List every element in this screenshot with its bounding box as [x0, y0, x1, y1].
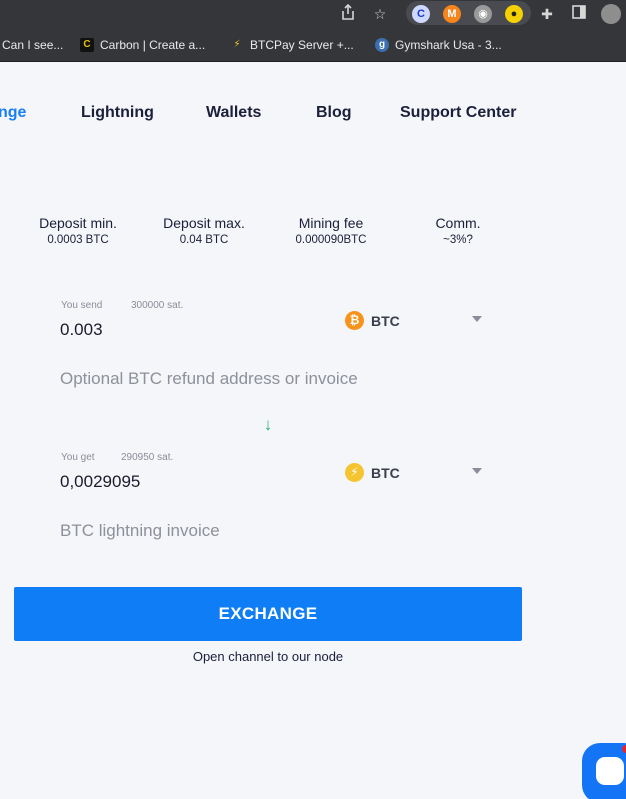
browser-toolbar: ☆ C M ◉ ● ✚	[0, 0, 626, 28]
bee-icon[interactable]: ●	[505, 5, 523, 23]
share-icon[interactable]	[338, 3, 358, 24]
chat-icon	[596, 757, 624, 785]
profile-avatar[interactable]	[601, 4, 621, 24]
camera-icon[interactable]: ◉	[474, 5, 492, 23]
lightning-invoice-input[interactable]	[60, 518, 490, 544]
receive-amount: 0,0029095	[60, 472, 141, 491]
notification-badge	[622, 745, 626, 753]
bookmark-label: Gymshark Usa - 3...	[395, 38, 502, 52]
nav-lightning[interactable]: Lightning	[81, 104, 154, 122]
extension-1-icon[interactable]: C	[412, 5, 430, 23]
chevron-down-icon[interactable]	[472, 316, 482, 322]
stat-commission: Comm. ~3%?	[418, 215, 498, 246]
bookmark-label: Carbon | Create a...	[100, 38, 206, 52]
lightning-icon: ⚡	[345, 463, 364, 482]
extensions-pill: C M ◉ ●	[406, 1, 531, 25]
bookmark-item[interactable]: Can I see...	[2, 36, 63, 54]
carbon-icon: C	[80, 38, 94, 52]
exchange-button[interactable]: EXCHANGE	[14, 587, 522, 641]
stat-label: Mining fee	[298, 215, 364, 231]
bookmark-item[interactable]: C Carbon | Create a...	[80, 36, 205, 54]
stat-label: Deposit min.	[39, 215, 117, 231]
nav-blog[interactable]: Blog	[316, 104, 352, 122]
nav-wallets[interactable]: Wallets	[206, 104, 261, 122]
bookmarks-bar: Can I see... C Carbon | Create a... ⚡ BT…	[0, 28, 626, 62]
stat-deposit-max: Deposit max. 0.04 BTC	[154, 215, 254, 246]
bitcoin-icon: ₿	[345, 311, 364, 330]
nav-exchange[interactable]: nge	[0, 104, 26, 122]
receive-currency[interactable]: BTC	[371, 465, 400, 481]
stat-value: ~3%?	[443, 234, 473, 246]
bookmark-label: Can I see...	[2, 38, 64, 52]
lightning-icon: ⚡	[233, 39, 241, 50]
stat-value: 0.000090BTC	[295, 234, 367, 246]
stat-value: 0.04 BTC	[179, 234, 229, 246]
metamask-icon[interactable]: M	[443, 5, 461, 23]
send-label: You send	[61, 300, 103, 311]
chat-widget-button[interactable]	[582, 743, 626, 799]
receive-sats: 290950 sat.	[121, 452, 174, 463]
puzzle-icon[interactable]: ✚	[537, 4, 557, 24]
send-sats: 300000 sat.	[131, 300, 184, 311]
stat-value: 0.0003 BTC	[47, 234, 109, 246]
bookmark-item[interactable]: g Gymshark Usa - 3...	[375, 36, 502, 54]
stat-mining-fee: Mining fee 0.000090BTC	[281, 215, 381, 246]
bookmark-label: BTCPay Server +...	[250, 38, 354, 52]
bookmark-item[interactable]: ⚡ BTCPay Server +...	[230, 36, 354, 54]
receive-label: You get	[61, 452, 95, 463]
arrow-down-icon[interactable]: ↓	[258, 415, 278, 435]
stat-deposit-min: Deposit min. 0.0003 BTC	[28, 215, 128, 246]
nav-support-center[interactable]: Support Center	[400, 104, 516, 122]
star-icon[interactable]: ☆	[370, 4, 390, 24]
send-amount-input[interactable]: 0.003	[60, 320, 103, 340]
open-channel-link[interactable]: Open channel to our node	[0, 649, 536, 664]
stat-label: Deposit max.	[163, 215, 245, 231]
gymshark-icon: g	[375, 38, 389, 52]
chevron-down-icon[interactable]	[472, 468, 482, 474]
stat-label: Comm.	[435, 215, 481, 231]
refund-address-input[interactable]	[60, 366, 490, 392]
sidepanel-icon[interactable]	[569, 4, 589, 24]
send-currency[interactable]: BTC	[371, 313, 400, 329]
